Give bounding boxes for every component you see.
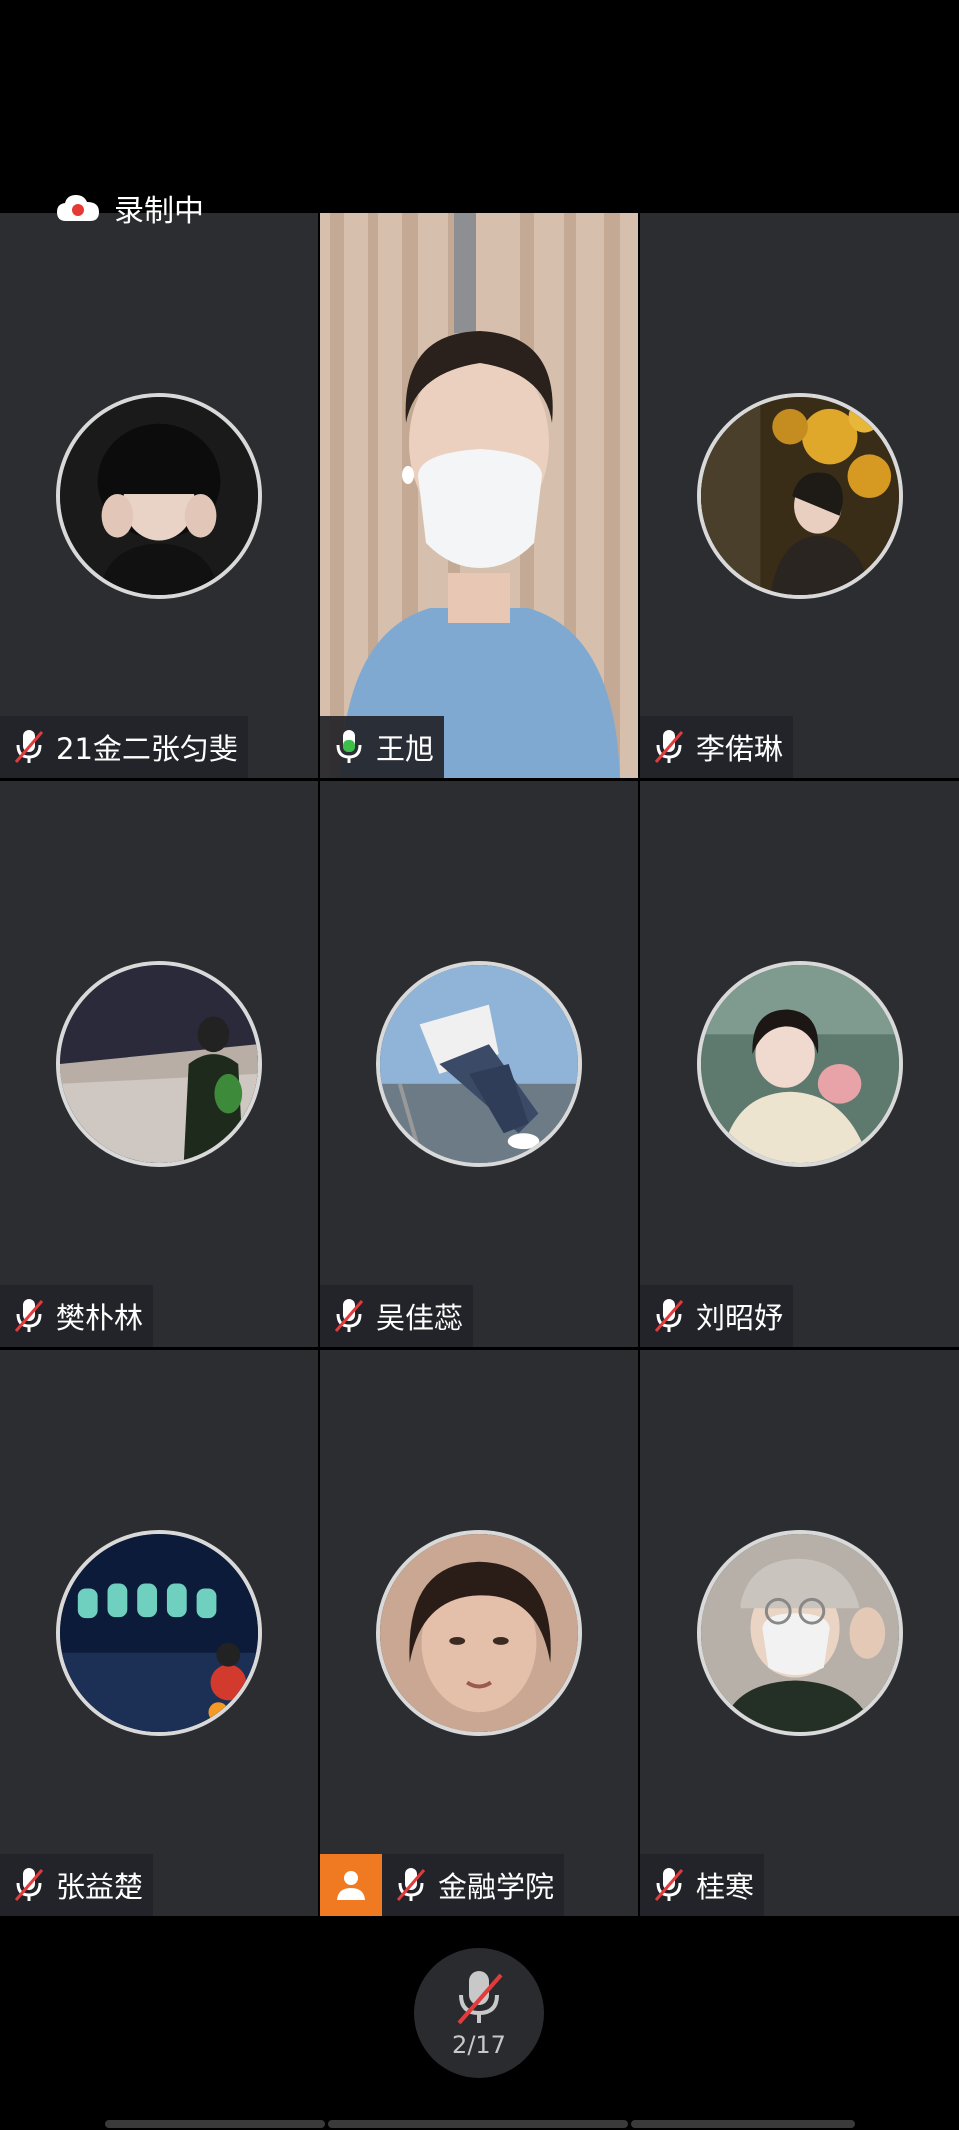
participant-avatar [376, 961, 582, 1167]
participant-video [320, 213, 638, 778]
participant-video-tile[interactable]: 王旭 [320, 213, 638, 778]
mic-muted-icon [652, 1297, 686, 1335]
recording-indicator[interactable]: 录制中 [56, 186, 204, 230]
participant-tile[interactable]: 21金二张匀斐 [0, 213, 318, 778]
participant-avatar [696, 1530, 903, 1736]
mic-muted-icon [12, 1297, 46, 1335]
page-indicator-right [631, 2120, 855, 2128]
mic-active-icon [332, 728, 366, 766]
participant-avatar [56, 392, 262, 599]
participant-name: 刘昭妤 [696, 1301, 784, 1335]
participant-avatar [696, 961, 903, 1167]
participant-name: 张益楚 [56, 1870, 144, 1904]
participant-tile[interactable]: 金融学院 [320, 1350, 638, 1916]
participant-tile[interactable]: 桂寒 [640, 1350, 959, 1916]
participant-tile[interactable]: 李偌琳 [640, 213, 959, 778]
participant-name-tag: 吴佳蕊 [320, 1285, 474, 1347]
participant-avatar [56, 1530, 262, 1736]
mic-muted-icon [652, 1866, 686, 1904]
participant-avatar [696, 392, 903, 599]
participant-name-tag: 李偌琳 [640, 716, 794, 778]
mic-muted-icon [457, 1971, 503, 2025]
participant-tile[interactable]: 张益楚 [0, 1350, 318, 1916]
participant-name-tag: 金融学院 [382, 1854, 565, 1916]
participant-name: 吴佳蕊 [376, 1301, 464, 1335]
participant-avatar [376, 1530, 582, 1736]
participant-name: 李偌琳 [696, 732, 784, 766]
mic-toggle-button[interactable]: 2/17 [414, 1948, 544, 2078]
participant-tile[interactable]: 刘昭妤 [640, 781, 959, 1347]
participant-name-tag: 21金二张匀斐 [0, 716, 248, 778]
mic-muted-icon [12, 728, 46, 766]
recording-label: 录制中 [114, 194, 204, 229]
participant-name: 金融学院 [438, 1870, 555, 1904]
page-indicator-mid [328, 2120, 628, 2128]
host-badge [320, 1854, 382, 1916]
mic-muted-icon [332, 1297, 366, 1335]
mic-count-label: 2/17 [452, 2031, 506, 2059]
participant-name-tag: 樊朴林 [0, 1285, 154, 1347]
person-icon [337, 1871, 365, 1900]
participant-tile[interactable]: 樊朴林 [0, 781, 318, 1347]
participant-name-tag: 桂寒 [640, 1854, 765, 1916]
participant-name-tag: 王旭 [320, 716, 445, 778]
participant-name: 王旭 [376, 732, 435, 766]
page-indicator-left [105, 2120, 325, 2128]
participant-name: 桂寒 [696, 1870, 755, 1904]
participant-name: 21金二张匀斐 [56, 732, 238, 766]
mic-muted-icon [394, 1866, 428, 1904]
participant-grid: 21金二张匀斐 王旭 李偌琳 樊朴林 吴佳蕊 刘昭妤 张益楚 金融学院 桂寒 [0, 213, 959, 1917]
participant-name: 樊朴林 [56, 1301, 144, 1335]
top-bar [0, 0, 959, 212]
mic-muted-icon [652, 728, 686, 766]
participant-avatar [56, 961, 262, 1167]
participant-name-tag: 张益楚 [0, 1854, 154, 1916]
participant-name-tag: 刘昭妤 [640, 1285, 794, 1347]
participant-tile[interactable]: 吴佳蕊 [320, 781, 638, 1347]
mic-muted-icon [12, 1866, 46, 1904]
cloud-record-icon [56, 193, 100, 223]
